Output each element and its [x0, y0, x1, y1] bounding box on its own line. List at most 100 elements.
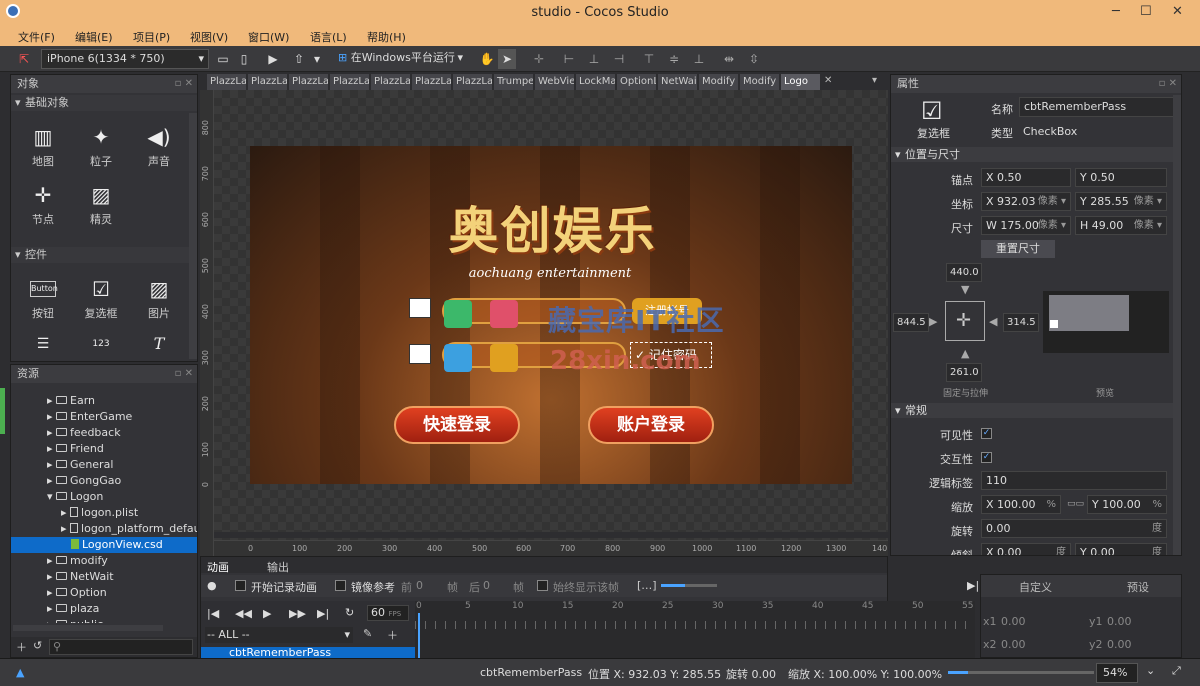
- game-logo[interactable]: 奥创娱乐: [415, 191, 690, 263]
- resources-h-scrollbar[interactable]: [13, 625, 163, 631]
- tree-item-plaza[interactable]: ▸ plaza: [11, 601, 197, 617]
- zoom-level-slider[interactable]: [948, 671, 1094, 674]
- x2-value[interactable]: 0.00: [1001, 638, 1026, 651]
- fps-input[interactable]: 60 FPS: [367, 605, 409, 621]
- pin-bottom-icon[interactable]: ▲: [961, 347, 969, 360]
- align-right-icon[interactable]: ⊣: [610, 49, 628, 69]
- hand-tool-icon[interactable]: ✋: [478, 49, 496, 69]
- password-image-icon[interactable]: [409, 344, 431, 364]
- account-image-icon[interactable]: [409, 298, 431, 318]
- tree-item-public[interactable]: ▸ public: [11, 617, 197, 623]
- prev-frame-icon[interactable]: ◀◀: [235, 607, 252, 620]
- margin-top-input[interactable]: 440.0: [946, 263, 982, 282]
- device-select[interactable]: iPhone 6(1334 * 750) ▾: [41, 49, 209, 69]
- tab-webview[interactable]: WebVie: [535, 74, 575, 90]
- close-button[interactable]: ✕: [1172, 4, 1183, 19]
- tree-item-logon-plist[interactable]: ▸ logon.plist: [11, 505, 197, 521]
- menu-view[interactable]: 视图(V): [190, 29, 228, 45]
- tag-input[interactable]: 110: [981, 471, 1167, 490]
- play-end-icon[interactable]: ▶|: [967, 579, 979, 592]
- menu-project[interactable]: 项目(P): [133, 29, 170, 45]
- tab-modify-1[interactable]: Modify: [699, 74, 739, 90]
- zoom-input[interactable]: 54%: [1096, 663, 1138, 683]
- loop-icon[interactable]: ↻: [345, 606, 354, 619]
- maximize-button[interactable]: ☐: [1140, 4, 1152, 19]
- add-icon[interactable]: ＋: [16, 639, 27, 655]
- y1-value[interactable]: 0.00: [1107, 615, 1132, 628]
- distribute-v-icon[interactable]: ⇳: [745, 49, 763, 69]
- pin-top-icon[interactable]: ▼: [961, 283, 969, 296]
- export-dropdown-icon[interactable]: ▾: [310, 49, 324, 69]
- tab-option[interactable]: OptionL: [617, 74, 657, 90]
- record-dot-icon[interactable]: ●: [207, 579, 217, 592]
- control-button[interactable]: Button 按钮: [13, 273, 73, 321]
- account-login-button[interactable]: 账户登录: [588, 406, 714, 444]
- tree-item-earn[interactable]: ▸ Earn: [11, 393, 197, 409]
- tab-logon-active[interactable]: Logo: [781, 74, 821, 90]
- object-particle[interactable]: ✦ 粒子: [71, 121, 131, 169]
- name-input[interactable]: cbtRememberPass: [1019, 97, 1181, 117]
- play-icon[interactable]: ▶: [263, 607, 271, 620]
- tab-plazzla-3[interactable]: PlazzLa: [289, 74, 329, 90]
- play-icon[interactable]: ▶: [264, 49, 282, 69]
- align-middle-icon[interactable]: ≑: [665, 49, 683, 69]
- tree-item-logon-platform[interactable]: ▸ logon_platform_defau: [11, 521, 197, 537]
- mirror-checkbox[interactable]: [335, 580, 346, 591]
- pin-left-icon[interactable]: ▶: [929, 315, 937, 328]
- scale-x-input[interactable]: X 100.00%: [981, 495, 1061, 514]
- tab-lockma[interactable]: LockMa: [576, 74, 616, 90]
- anchor-y-input[interactable]: Y 0.50: [1075, 168, 1167, 187]
- menu-help[interactable]: 帮助(H): [367, 29, 406, 45]
- publish-icon[interactable]: ⇱: [14, 49, 34, 69]
- controls-section[interactable]: ▾ 控件: [11, 247, 197, 263]
- rotate-input[interactable]: 0.00 度: [981, 519, 1167, 538]
- pin-right-icon[interactable]: ◀: [989, 315, 997, 328]
- margin-bottom-input[interactable]: 261.0: [946, 363, 982, 382]
- landscape-icon[interactable]: ▭: [214, 49, 232, 69]
- next-value-input[interactable]: 0: [483, 579, 490, 592]
- margin-right-input[interactable]: 314.5: [1003, 313, 1039, 332]
- zoom-dropdown-icon[interactable]: ⌄: [1146, 664, 1155, 677]
- always-show-checkbox[interactable]: [537, 580, 548, 591]
- general-section[interactable]: ▾ 常规: [891, 403, 1181, 418]
- tree-item-feedback[interactable]: ▸ feedback: [11, 425, 197, 441]
- resource-search-input[interactable]: ⚲: [49, 639, 193, 655]
- track-filter-select[interactable]: -- ALL -- ▾: [205, 627, 353, 643]
- game-scene[interactable]: 奥创娱乐 aochuang entertainment 注册帐号 ✓ 记住密码 …: [250, 146, 852, 484]
- tab-plazzla-5[interactable]: PlazzLa: [371, 74, 411, 90]
- control-text-area[interactable]: ☰: [13, 331, 73, 357]
- tree-item-friend[interactable]: ▸ Friend: [11, 441, 197, 457]
- layout-widget-box[interactable]: ✛: [945, 301, 985, 341]
- canvas-h-scrollbar[interactable]: [214, 532, 888, 538]
- next-frame-icon[interactable]: ▶▶: [289, 607, 306, 620]
- align-left-icon[interactable]: ⊢: [560, 49, 578, 69]
- position-size-section[interactable]: ▾ 位置与尺寸: [891, 147, 1181, 162]
- menu-language[interactable]: 语言(L): [310, 29, 347, 45]
- align-center-icon[interactable]: ⊥: [585, 49, 603, 69]
- tree-item-logonview-csd[interactable]: LogonView.csd: [11, 537, 197, 553]
- run-target-select[interactable]: ⊞ 在Windows平台运行 ▾: [333, 49, 465, 69]
- tab-preset[interactable]: 预设: [1127, 579, 1149, 595]
- object-node[interactable]: ✛ 节点: [13, 179, 73, 227]
- reset-size-button[interactable]: 重置尺寸: [981, 240, 1055, 258]
- move-icon[interactable]: ✛: [530, 49, 548, 69]
- anchor-x-input[interactable]: X 0.50: [981, 168, 1071, 187]
- scale-y-input[interactable]: Y 100.00%: [1087, 495, 1167, 514]
- first-frame-icon[interactable]: |◀: [207, 607, 219, 620]
- refresh-icon[interactable]: ↺: [33, 639, 42, 652]
- add-track-icon[interactable]: ＋: [387, 627, 398, 643]
- skew-x-input[interactable]: X 0.00 度: [981, 543, 1071, 555]
- frame-range-icon[interactable]: […]: [637, 579, 657, 592]
- record-checkbox[interactable]: [235, 580, 246, 591]
- object-sound[interactable]: ◀) 声音: [129, 121, 189, 169]
- timeline[interactable]: 0 5 10 15 20 25 30 35 40 45 50 55: [415, 601, 975, 661]
- tab-netwait[interactable]: NetWai: [658, 74, 698, 90]
- size-w-input[interactable]: W 175.00 像素 ▾: [981, 216, 1071, 235]
- tab-close-icon[interactable]: ✕: [824, 75, 832, 86]
- tab-plazzla-7[interactable]: PlazzLa: [453, 74, 493, 90]
- align-top-icon[interactable]: ⊤: [640, 49, 658, 69]
- edit-pencil-icon[interactable]: ✎: [363, 627, 372, 640]
- menu-edit[interactable]: 编辑(E): [75, 29, 113, 45]
- export-icon[interactable]: ⇧: [290, 49, 308, 69]
- size-h-input[interactable]: H 49.00 像素 ▾: [1075, 216, 1167, 235]
